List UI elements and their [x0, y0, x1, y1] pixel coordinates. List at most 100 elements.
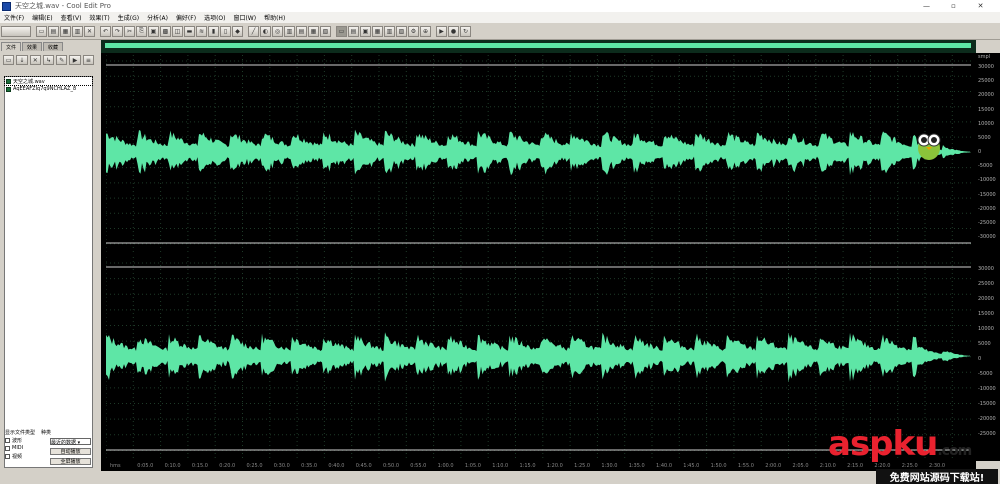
timeline-label: 1:55.0: [737, 463, 754, 469]
ruler-label: -5000: [978, 163, 993, 170]
ruler-unit: smpl: [978, 54, 991, 60]
waveform-view-icon[interactable]: ╱: [248, 25, 259, 37]
silence-icon[interactable]: ▬: [184, 25, 195, 37]
edit-view-icon[interactable]: ▭: [336, 25, 347, 37]
marker-icon[interactable]: ◆: [232, 25, 243, 37]
zoom-in-icon[interactable]: ⊕: [420, 25, 431, 37]
tab-favorites[interactable]: 收藏: [43, 42, 64, 51]
ruler-label: -20000: [978, 205, 996, 212]
timeline-label: 0:45.0: [355, 463, 372, 469]
file-item[interactable]: AqEEAFZIq7q9NCHLAZ_8: [5, 85, 92, 93]
loop-icon[interactable]: ↻: [460, 25, 471, 37]
menu-generate[interactable]: 生成(G): [114, 13, 143, 22]
ruler-label: 0: [978, 356, 982, 362]
ruler-label: -10000: [978, 386, 996, 392]
panel-toolbar: ▭ ↓ ✕ ↳ ✎ ▶ ≡: [1, 54, 95, 66]
main-toolbar: ▭ ▤ ▦ ▥ ✕ ↶ ↷ ✂ ⎘ ▣ ▩ ◫ ▬ ≋ ▮ ▯ ◆ ╱ ◐ ◎ …: [0, 23, 1000, 40]
menu-help[interactable]: 帮助(H): [260, 13, 289, 22]
save-icon[interactable]: ▦: [60, 25, 71, 37]
timeline-label: 0:30.0: [273, 463, 290, 469]
timeline-label: 1:50.0: [710, 463, 727, 469]
spectral-icon[interactable]: ▯: [220, 25, 231, 37]
menu-view[interactable]: 查看(V): [57, 13, 86, 22]
tab-effects[interactable]: 效果: [22, 42, 43, 51]
auto-play-button[interactable]: 自动播放: [50, 448, 91, 455]
timeline-label: 1:05.0: [464, 463, 481, 469]
paste-icon[interactable]: ▣: [148, 25, 159, 37]
sort-dropdown[interactable]: 最近的数据 ▾: [50, 438, 91, 446]
waveform-left[interactable]: [106, 55, 971, 253]
tab-files[interactable]: 文件: [1, 42, 22, 51]
file-item[interactable]: 天空之城.wav: [4, 76, 93, 86]
type-checkbox[interactable]: [5, 437, 10, 443]
ruler-label: 25000: [978, 78, 994, 85]
watermark-brand: aspku: [828, 424, 938, 464]
ruler-label: -15000: [978, 191, 996, 198]
record-icon[interactable]: ●: [448, 25, 459, 37]
menu-edit[interactable]: 编辑(E): [28, 13, 56, 22]
overview-bar[interactable]: [101, 40, 976, 53]
type-checkbox[interactable]: [5, 445, 10, 451]
import-icon[interactable]: ↓: [16, 55, 28, 65]
mixer-icon[interactable]: ▥: [284, 25, 295, 37]
open-file-icon[interactable]: ▭: [3, 55, 15, 65]
menu-analyze[interactable]: 分析(A): [143, 13, 172, 22]
close-button[interactable]: ✕: [967, 0, 994, 12]
menu-window[interactable]: 窗口(W): [229, 13, 260, 22]
cd-icon[interactable]: ◎: [272, 25, 283, 37]
timeline-label: 0:05.0: [137, 463, 154, 469]
timeline-label: 0:25.0: [246, 463, 263, 469]
window-controls: — ▫ ✕: [913, 0, 994, 12]
type-checkbox[interactable]: [5, 453, 10, 459]
maximize-button[interactable]: ▫: [940, 0, 967, 12]
settings-icon[interactable]: ⚙: [408, 25, 419, 37]
redo-icon[interactable]: ↷: [112, 25, 123, 37]
play-icon[interactable]: ▶: [436, 25, 447, 37]
waveform-shape: [106, 129, 970, 176]
effects-rack-icon[interactable]: ▦: [308, 25, 319, 37]
menu-effects[interactable]: 效果(T): [85, 13, 113, 22]
sort-label: 种类: [41, 429, 52, 436]
cut-icon[interactable]: ✂: [124, 25, 135, 37]
mix-paste-icon[interactable]: ▩: [160, 25, 171, 37]
timeline-label: 0:50.0: [383, 463, 399, 469]
spectral-view-icon[interactable]: ◐: [260, 25, 271, 37]
undo-icon[interactable]: ↶: [100, 25, 111, 37]
overview-range[interactable]: [105, 43, 971, 48]
batch-icon[interactable]: ▨: [396, 25, 407, 37]
trim-icon[interactable]: ◫: [172, 25, 183, 37]
mode-toggle-button[interactable]: [1, 25, 31, 37]
open-icon[interactable]: ▤: [48, 25, 59, 37]
timeline-label: 1:20.0: [546, 463, 563, 469]
menu-options[interactable]: 选项(O): [200, 13, 229, 22]
scripts-icon[interactable]: ▥: [384, 25, 395, 37]
menu-file[interactable]: 文件(F): [0, 13, 28, 22]
close-file-icon[interactable]: ✕: [84, 25, 95, 37]
fullscreen-play-button[interactable]: 全屏播放: [50, 458, 91, 465]
minimize-button[interactable]: —: [913, 0, 940, 12]
track-icon[interactable]: ▤: [296, 25, 307, 37]
watermark-tld: .com: [937, 443, 972, 459]
new-file-icon[interactable]: ▭: [36, 25, 47, 37]
play-file-icon[interactable]: ▶: [69, 55, 81, 65]
menu-favorites[interactable]: 偏好(F): [172, 13, 200, 22]
timeline-label: 0:10.0: [164, 463, 181, 469]
copy-icon[interactable]: ⎘: [136, 25, 147, 37]
save-as-icon[interactable]: ▥: [72, 25, 83, 37]
cd-view-icon[interactable]: ▣: [360, 25, 371, 37]
multitrack-view-icon[interactable]: ▤: [348, 25, 359, 37]
channel-left[interactable]: [106, 55, 971, 253]
ruler-label: -5000: [978, 371, 993, 377]
properties-icon[interactable]: ≡: [82, 55, 94, 65]
timeline-label: 1:35.0: [628, 463, 645, 469]
frequency-view-icon[interactable]: ▦: [372, 25, 383, 37]
insert-icon[interactable]: ↳: [42, 55, 55, 65]
ruler-label: -15000: [978, 401, 996, 407]
filter-label: 显示文件类型: [5, 429, 36, 436]
spectrum-icon[interactable]: ▧: [320, 25, 331, 37]
noise-icon[interactable]: ≋: [196, 25, 207, 37]
amplitude-ruler: smpl 30000 25000 20000 15000 10000 5000 0 -5000…: [972, 53, 1000, 461]
edit-file-icon[interactable]: ✎: [56, 55, 68, 65]
analysis-icon[interactable]: ▮: [208, 25, 219, 37]
close-icon[interactable]: ✕: [29, 55, 41, 65]
